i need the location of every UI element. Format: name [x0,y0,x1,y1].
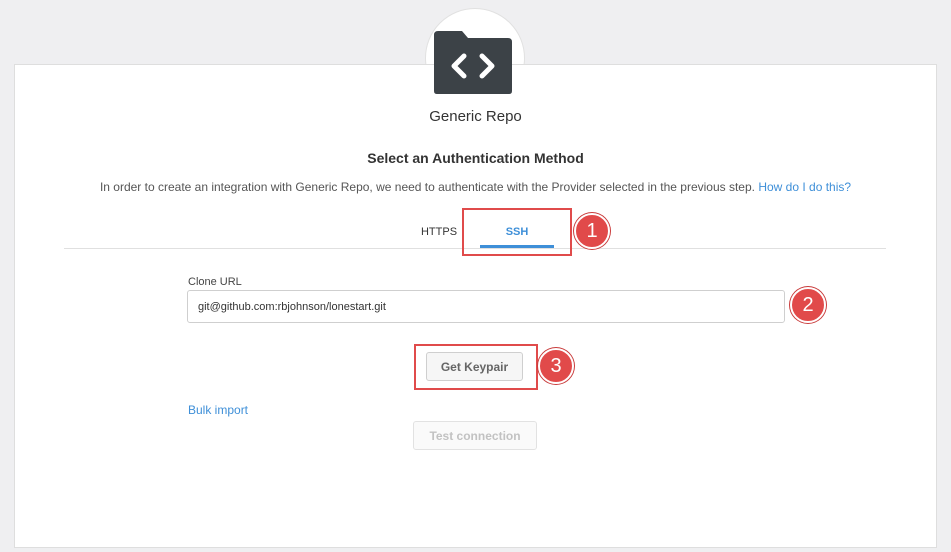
provider-name: Generic Repo [429,108,522,125]
auth-info-message: In order to create an integration with G… [99,180,755,194]
help-link[interactable]: How do I do this? [758,180,851,194]
auth-info-text: In order to create an integration with G… [0,180,951,194]
highlight-box-ssh-tab [462,208,572,256]
annotation-marker-3: 3 [538,348,574,384]
tab-https[interactable]: HTTPS [415,226,463,238]
highlight-box-get-keypair [414,344,538,390]
auth-method-title: Select an Authentication Method [367,150,584,166]
annotation-marker-1: 1 [574,213,610,249]
test-connection-button[interactable]: Test connection [413,421,537,450]
folder-code-icon [432,29,514,95]
clone-url-input[interactable] [187,290,785,323]
annotation-marker-2: 2 [790,287,826,323]
bulk-import-link[interactable]: Bulk import [188,403,248,417]
clone-url-label: Clone URL [188,276,242,288]
